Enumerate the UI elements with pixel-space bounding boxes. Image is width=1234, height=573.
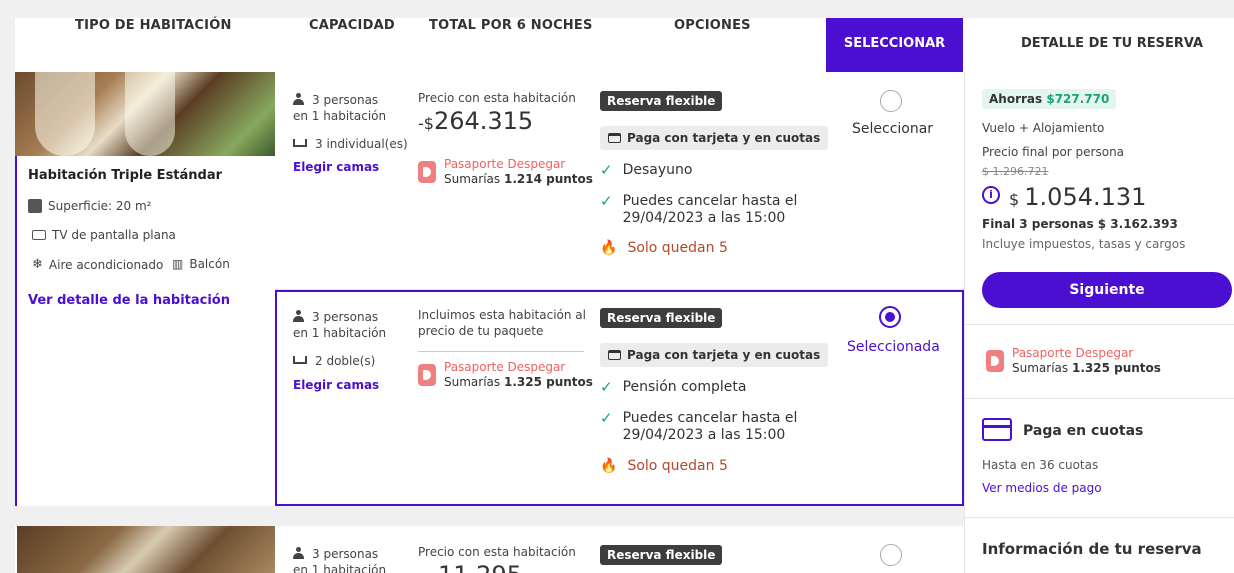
capacity-info: 3 personas en 1 habitación	[293, 93, 387, 123]
product-type: Vuelo + Alojamiento	[982, 121, 1105, 135]
col-header-capacity: CAPACIDAD	[309, 18, 395, 33]
cancellation-option: ✓ Puedes cancelar hasta el 29/04/2023 a la…	[600, 192, 798, 227]
fire-icon: 🔥	[600, 458, 618, 474]
installments-text: Hasta en 36 cuotas	[982, 458, 1099, 472]
col-header-total: TOTAL POR 6 NOCHES	[429, 18, 593, 33]
choose-beds-link[interactable]: Elegir camas	[293, 160, 379, 174]
summary-header-title: DETALLE DE TU RESERVA	[1021, 36, 1204, 51]
person-icon	[293, 93, 304, 105]
amenity-ac: ❄ Aire acondicionado	[32, 257, 164, 272]
scarcity-notice: 🔥 Solo quedan 5	[600, 240, 728, 256]
bed-icon	[293, 139, 307, 147]
room-photo[interactable]	[15, 72, 275, 156]
card-installments-badge: Paga con tarjeta y en cuotas	[600, 343, 829, 367]
fire-icon: 🔥	[600, 240, 618, 256]
col-header-options: OPCIONES	[674, 18, 751, 33]
divider	[964, 398, 1234, 399]
room-title: Habitación Triple Estándar	[28, 168, 223, 183]
card-installments-badge: Paga con tarjeta y en cuotas	[600, 126, 829, 150]
person-icon	[293, 547, 304, 559]
passport-points: Pasaporte Despegar Sumarías 1.325 puntos	[418, 360, 593, 390]
amenity-tv: TV de pantalla plana	[32, 228, 176, 242]
amenity-balcony: ▥ Balcón	[172, 257, 230, 271]
flexible-badge: Reserva flexible	[600, 308, 723, 328]
payment-methods-link[interactable]: Ver medios de pago	[982, 481, 1102, 495]
room-photo-2[interactable]	[15, 526, 275, 573]
installments-title: Paga en cuotas	[1023, 423, 1144, 439]
select-radio-selected[interactable]	[879, 306, 901, 328]
choose-beds-link[interactable]: Elegir camas	[293, 378, 379, 392]
price-label: Precio con esta habitación	[418, 91, 576, 105]
selected-label: Seleccionada	[847, 339, 940, 355]
scarcity-notice: 🔥 Solo quedan 5	[600, 458, 728, 474]
snowflake-icon: ❄	[32, 257, 43, 272]
check-icon: ✓	[600, 161, 613, 179]
divider	[964, 324, 1234, 325]
select-label: Seleccionar	[852, 121, 934, 137]
check-icon: ✓	[600, 192, 613, 210]
credit-card-icon	[982, 418, 1012, 441]
capacity-info: 3 personas en 1 habitación	[293, 310, 387, 340]
amenity-area: Superficie: 20 m²	[28, 199, 151, 213]
next-button[interactable]: Siguiente	[982, 272, 1232, 308]
card-icon	[608, 350, 621, 360]
price-partial: 11.295	[438, 561, 522, 573]
room-detail-link[interactable]: Ver detalle de la habitación	[28, 293, 230, 308]
passport-icon	[986, 350, 1004, 372]
check-icon: ✓	[600, 378, 613, 396]
passport-points: Pasaporte Despegar Sumarías 1.214 puntos	[418, 157, 593, 187]
divider	[418, 351, 584, 352]
area-icon	[28, 199, 42, 213]
total-price: Final 3 personas $ 3.162.393	[982, 217, 1178, 231]
summary-passport-points: Pasaporte Despegar Sumarías 1.325 puntos	[986, 346, 1161, 376]
meal-option: ✓ Pensión completa	[600, 378, 747, 396]
reservation-info-title: Información de tu reserva	[982, 540, 1202, 558]
bed-icon	[293, 356, 307, 364]
divider	[964, 517, 1234, 518]
balcony-icon: ▥	[172, 257, 184, 271]
select-radio[interactable]	[880, 90, 902, 112]
summary-header: DETALLE DE TU RESERVA	[964, 18, 1234, 72]
savings-badge: Ahorras $727.770	[982, 89, 1117, 109]
info-icon[interactable]: i	[982, 186, 1000, 204]
passport-icon	[418, 364, 436, 386]
cancellation-option: ✓ Puedes cancelar hasta el 29/04/2023 a la…	[600, 409, 798, 444]
bed-info: 2 doble(s)	[293, 353, 375, 369]
passport-icon	[418, 161, 436, 183]
per-person-price: $ 1.054.131	[1009, 183, 1147, 211]
old-price: $ 1.296.721	[982, 165, 1049, 178]
meal-option: ✓ Desayuno	[600, 161, 693, 179]
col-header-select: SELECCIONAR	[826, 18, 963, 72]
price-difference: -$264.315	[418, 107, 534, 135]
flexible-badge: Reserva flexible	[600, 545, 723, 565]
select-radio[interactable]	[880, 544, 902, 566]
flexible-badge: Reserva flexible	[600, 91, 723, 111]
final-price-label: Precio final por persona	[982, 145, 1125, 159]
price-label: Precio con esta habitación	[418, 545, 576, 559]
taxes-note: Incluye impuestos, tasas y cargos	[982, 237, 1186, 251]
tv-icon	[32, 230, 46, 240]
capacity-info: 3 personas en 1 habitación	[293, 547, 387, 573]
col-header-room-type: TIPO DE HABITACIÓN	[75, 18, 232, 33]
person-icon	[293, 310, 304, 322]
price-included-label: Incluimos esta habitación al precio de tu…	[418, 308, 586, 338]
card-icon	[608, 133, 621, 143]
check-icon: ✓	[600, 409, 613, 427]
bed-info: 3 individual(es)	[293, 136, 408, 152]
